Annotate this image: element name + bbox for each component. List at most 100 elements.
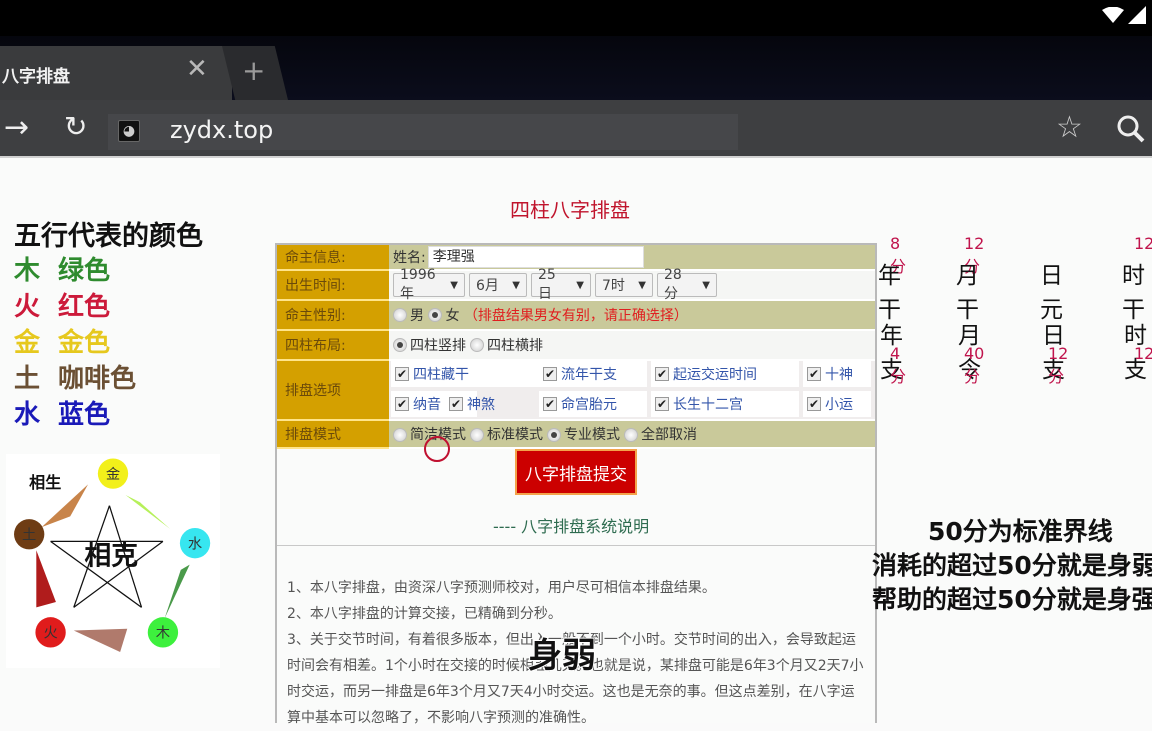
year-select[interactable]: 1996年 ▼ bbox=[393, 267, 465, 302]
stem-label: 时干 bbox=[1122, 263, 1145, 323]
legend-item: 水蓝色 bbox=[14, 394, 110, 431]
female-radio[interactable] bbox=[428, 308, 443, 322]
ke-label: 相克 bbox=[84, 540, 138, 572]
color-name: 红色 bbox=[58, 292, 111, 322]
male-radio[interactable] bbox=[393, 308, 407, 322]
month-select[interactable]: 6月 ▼ bbox=[469, 273, 527, 297]
rule-line: 消耗的超过50分就是身弱 bbox=[872, 551, 1152, 580]
options-label: 排盘选项 bbox=[277, 361, 389, 421]
submit-button[interactable]: 八字排盘提交 bbox=[515, 449, 637, 495]
checkbox-checked-icon[interactable]: ✔ bbox=[655, 397, 669, 411]
color-name: 金色 bbox=[58, 328, 111, 358]
mode-radio[interactable] bbox=[624, 428, 638, 442]
checkbox-checked-icon[interactable]: ✔ bbox=[807, 367, 821, 381]
birth-time-label: 出生时间: bbox=[277, 271, 389, 301]
row-layout: 四柱布局: 四柱竖排 四柱横排 bbox=[277, 331, 875, 361]
mode-radio-option[interactable]: 全部取消 bbox=[624, 424, 697, 444]
element-name: 火 bbox=[14, 292, 41, 322]
search-icon[interactable] bbox=[1116, 114, 1146, 144]
bookmark-star-icon[interactable]: ☆ bbox=[1056, 110, 1083, 145]
signal-icon bbox=[1128, 6, 1146, 24]
element-name: 木 bbox=[14, 256, 41, 286]
five-elements-diagram: 相生 相克 金水木 火 土 bbox=[6, 454, 220, 668]
close-tab-icon[interactable]: ✕ bbox=[186, 56, 208, 82]
name-input[interactable]: 李理强 bbox=[427, 246, 644, 268]
stem-label: 年干 bbox=[878, 263, 901, 323]
option-checkbox[interactable]: ✔ 起运交运时间 bbox=[651, 361, 801, 387]
video-subtitle: 身弱 bbox=[527, 635, 597, 677]
hour-select[interactable]: 7时 ▼ bbox=[595, 273, 653, 297]
row-info: 命主信息: 姓名: 李理强 bbox=[277, 245, 875, 271]
arrow-wood-fire bbox=[73, 628, 128, 652]
option-checkbox[interactable]: ✔ 小运 bbox=[803, 391, 873, 417]
rule-line: 50分为标准界线 bbox=[928, 517, 1113, 546]
row-options: 排盘选项 ✔ 四柱藏干 ✔ 流年干支 ✔ 起运交运时间 ✔ 十神 ✔ 纳音 ✔ 神煞 ✔ 命宫胎元 ✔ 长生十… bbox=[277, 361, 875, 421]
option-checkbox[interactable]: ✔ 流年干支 bbox=[539, 361, 649, 387]
gender-label: 命主性别: bbox=[277, 301, 389, 331]
strength-rules: 50分为标准界线 消耗的超过50分就是身弱 帮助的超过50分就是身强 bbox=[872, 512, 1152, 614]
option-checkbox[interactable]: ✔ 命宫胎元 bbox=[539, 391, 649, 417]
row-birth-time: 出生时间: 1996年 ▼ 6月 ▼ 25日 ▼ 7时 ▼ 28分 ▼ bbox=[277, 267, 875, 302]
mode-radio[interactable] bbox=[393, 428, 407, 442]
layout-vertical-radio[interactable] bbox=[393, 338, 407, 352]
mode-radio[interactable] bbox=[470, 428, 484, 442]
branch-score: 4分 bbox=[890, 344, 907, 386]
row-gender: 命主性别: 男 女 （排盘结果男女有别，请正确选择） bbox=[277, 301, 875, 331]
stem-label: 月干 bbox=[956, 263, 979, 323]
checkbox-checked-icon[interactable]: ✔ bbox=[449, 397, 463, 411]
branch-score: 12分 bbox=[1048, 344, 1069, 386]
stem-label: 日元 bbox=[1040, 263, 1063, 323]
branch-score: 40分 bbox=[964, 344, 985, 386]
click-highlight-cursor bbox=[424, 436, 450, 462]
legend-item: 火红色 bbox=[14, 286, 110, 323]
element-node-label: 金 bbox=[106, 466, 120, 483]
mode-radio[interactable] bbox=[547, 428, 561, 442]
option-checkbox[interactable]: ✔ 四柱藏干 bbox=[391, 361, 541, 387]
arrow-metal-water bbox=[125, 495, 171, 529]
checkbox-checked-icon[interactable]: ✔ bbox=[543, 397, 557, 411]
note-1: 1、本八字排盘，由资深八字预测师校对，用户尽可相信本排盘结果。 bbox=[287, 580, 716, 596]
element-node-label: 土 bbox=[22, 527, 36, 544]
element-name: 金 bbox=[14, 328, 41, 358]
option-checkbox[interactable]: ✔ 十神 bbox=[803, 361, 873, 387]
legend-title: 五行代表的颜色 bbox=[14, 221, 203, 252]
gender-note: （排盘结果男女有别，请正确选择） bbox=[463, 308, 688, 324]
dropdown-arrow-icon: ▼ bbox=[450, 279, 458, 291]
tab-strip: 八字排盘 ✕ + bbox=[0, 36, 1152, 100]
checkbox-checked-icon[interactable]: ✔ bbox=[807, 397, 821, 411]
mode-label: 排盘模式 bbox=[277, 421, 389, 449]
plus-icon: + bbox=[242, 54, 266, 87]
option-checkbox[interactable]: ✔ 长生十二宫 bbox=[651, 391, 801, 417]
sheng-label: 相生 bbox=[29, 473, 61, 492]
url-text[interactable]: zydx.top bbox=[170, 116, 273, 144]
checkbox-checked-icon[interactable]: ✔ bbox=[395, 397, 409, 411]
element-name: 水 bbox=[14, 400, 41, 430]
option-checkbox[interactable]: ✔ 神煞 bbox=[445, 391, 497, 417]
arrow-water-wood bbox=[164, 564, 190, 619]
checkbox-checked-icon[interactable]: ✔ bbox=[395, 367, 409, 381]
layout-label: 四柱布局: bbox=[277, 331, 389, 361]
mode-radio-option[interactable]: 专业模式 bbox=[547, 424, 620, 444]
element-node-label: 水 bbox=[188, 536, 202, 553]
legend-item: 金金色 bbox=[14, 322, 110, 359]
dropdown-arrow-icon: ▼ bbox=[512, 279, 520, 291]
element-node-label: 木 bbox=[156, 625, 170, 642]
color-name: 蓝色 bbox=[58, 400, 111, 430]
arrow-fire-earth bbox=[36, 550, 56, 608]
branch-score: 12 bbox=[1134, 344, 1152, 363]
day-select[interactable]: 25日 ▼ bbox=[531, 267, 591, 302]
browser-tab[interactable]: 八字排盘 ✕ bbox=[0, 46, 232, 100]
dropdown-arrow-icon: ▼ bbox=[638, 279, 646, 291]
system-explain-link[interactable]: ---- 八字排盘系统说明 bbox=[493, 513, 649, 537]
row-mode: 排盘模式 简洁模式 标准模式 专业模式 全部取消 bbox=[277, 421, 875, 449]
minute-select[interactable]: 28分 ▼ bbox=[657, 267, 717, 302]
mode-radio-option[interactable]: 标准模式 bbox=[470, 424, 543, 444]
web-page: 五行代表的颜色 木绿色火红色金金色土咖啡色水蓝色 相生 相克 金水木火土 四柱八… bbox=[0, 158, 1152, 726]
forward-icon[interactable]: → bbox=[4, 110, 29, 145]
color-name: 咖啡色 bbox=[58, 364, 137, 394]
checkbox-checked-icon[interactable]: ✔ bbox=[655, 367, 669, 381]
rule-line: 帮助的超过50分就是身强 bbox=[872, 585, 1152, 614]
layout-horizontal-radio[interactable] bbox=[470, 338, 484, 352]
reload-icon[interactable]: ↻ bbox=[64, 110, 87, 143]
checkbox-checked-icon[interactable]: ✔ bbox=[543, 367, 557, 381]
